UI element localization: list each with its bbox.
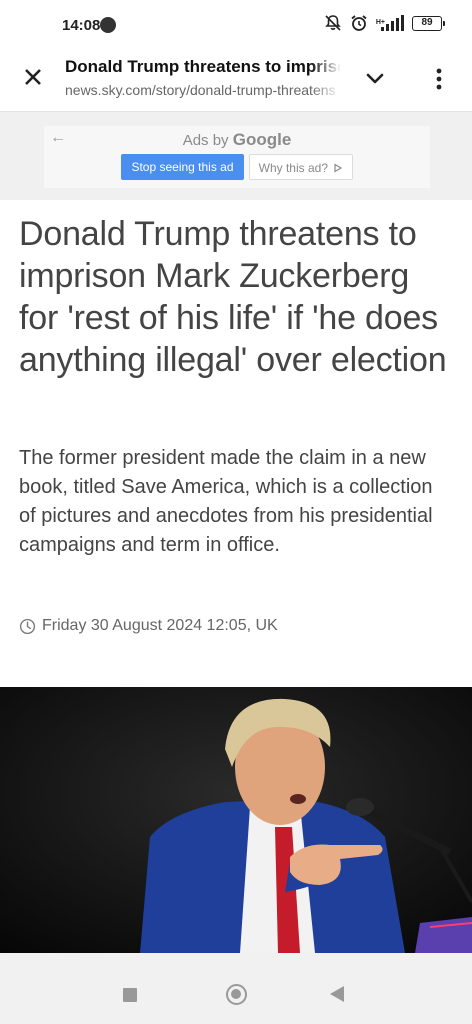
ad-feedback-box: ← Ads by Google Stop seeing this ad Why … [44, 126, 430, 188]
overflow-menu-button[interactable] [424, 64, 454, 94]
back-button[interactable] [330, 986, 344, 1002]
article-photo[interactable] [0, 687, 472, 953]
stop-seeing-ad-button[interactable]: Stop seeing this ad [121, 154, 244, 180]
page-url: news.sky.com/story/donald-trump-threaten… [65, 82, 341, 98]
status-icons: H+ 89 [324, 14, 445, 32]
ad-container: ← Ads by Google Stop seeing this ad Why … [0, 112, 472, 200]
dnd-icon [100, 17, 116, 33]
more-vert-icon [436, 68, 442, 90]
close-tab-button[interactable] [18, 62, 48, 92]
recents-button[interactable] [123, 988, 137, 1002]
article-timestamp: Friday 30 August 2024 12:05, UK [19, 617, 278, 635]
expand-button[interactable] [360, 64, 390, 94]
close-icon [25, 69, 41, 85]
chevron-down-icon [366, 73, 384, 84]
adchoices-icon [334, 163, 343, 173]
custom-tab-toolbar: Donald Trump threatens to imprison Mark … [0, 44, 472, 112]
home-button[interactable] [226, 984, 247, 1005]
status-time: 14:08 [62, 17, 101, 34]
mute-icon [325, 15, 341, 31]
alarm-icon [351, 15, 367, 31]
clock-icon [19, 618, 36, 634]
system-nav-bar [0, 953, 472, 1024]
ads-by-google: Ads by Google [182, 130, 292, 149]
why-this-ad-button[interactable]: Why this ad? [249, 154, 353, 180]
article-headline: Donald Trump threatens to imprison Mark … [19, 215, 447, 379]
article-standfirst: The former president made the claim in a… [19, 447, 433, 556]
battery-icon: 89 [412, 15, 445, 31]
status-bar: 14:08 H+ 89 [0, 0, 472, 44]
speaker-photo [0, 687, 472, 953]
network-type: H+ [375, 19, 385, 26]
timestamp-text: Friday 30 August 2024 12:05, UK [42, 617, 278, 634]
page-title: Donald Trump threatens to imprison Mark … [65, 57, 341, 77]
